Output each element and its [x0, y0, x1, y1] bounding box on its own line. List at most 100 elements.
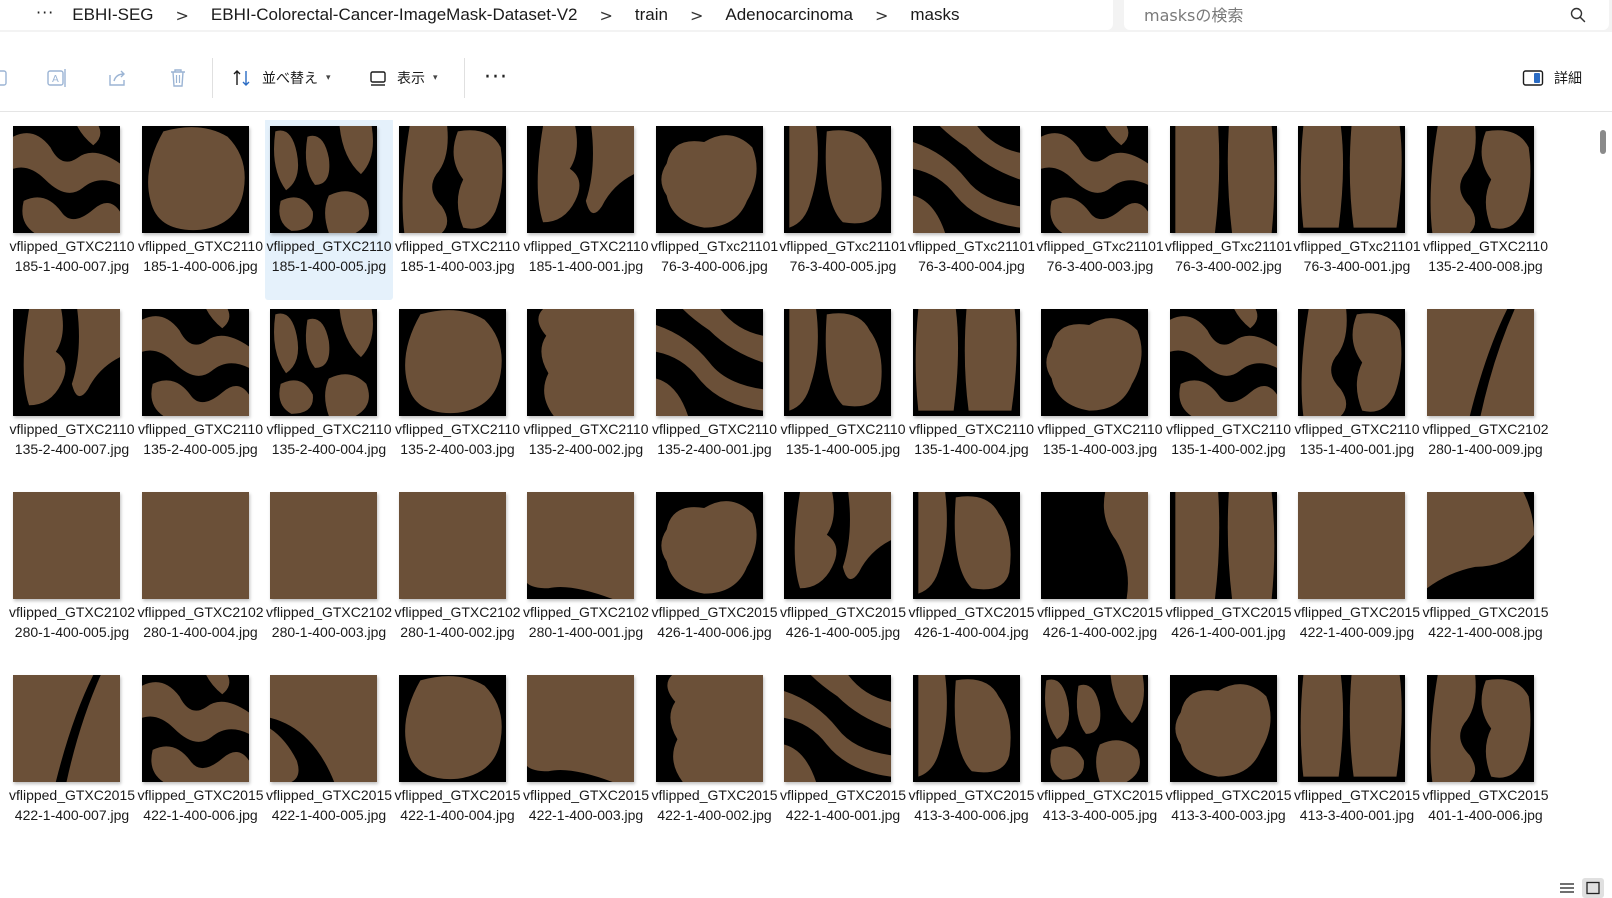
breadcrumb-more-button[interactable]: ···: [0, 3, 72, 28]
file-item[interactable]: vflipped_GTXC2102280-1-400-004.jpg: [137, 484, 265, 666]
rename-icon[interactable]: A: [46, 66, 70, 90]
file-thumbnail: [1169, 675, 1277, 782]
file-thumbnail: [13, 126, 120, 233]
file-thumbnail: [527, 492, 634, 599]
file-item[interactable]: vflipped_GTxc2110176-3-400-001.jpg: [1293, 120, 1421, 300]
share-icon[interactable]: [106, 66, 130, 90]
search-icon[interactable]: [1569, 6, 1587, 24]
search-input[interactable]: [1144, 5, 1564, 25]
file-item[interactable]: vflipped_GTXC2110135-2-400-005.jpg: [137, 301, 265, 483]
file-item[interactable]: vflipped_GTXC2015426-1-400-004.jpg: [908, 484, 1036, 666]
file-item[interactable]: vflipped_GTXC2015426-1-400-001.jpg: [1165, 484, 1293, 666]
file-item[interactable]: vflipped_GTXC2110135-2-400-002.jpg: [522, 301, 650, 483]
breadcrumb-item-dataset[interactable]: EBHI-Colorectal-Cancer-ImageMask-Dataset…: [211, 5, 578, 25]
chevron-right-icon[interactable]: >: [853, 6, 910, 25]
more-options-button[interactable]: ···: [484, 67, 508, 89]
sort-button[interactable]: 並べ替え ▾: [232, 64, 331, 92]
file-name: vflipped_GTXC2110135-2-400-005.jpg: [137, 421, 264, 457]
file-item[interactable]: vflipped_GTXC2110135-1-400-004.jpg: [908, 301, 1036, 483]
file-name: vflipped_GTXC2110185-1-400-007.jpg: [9, 238, 135, 274]
file-item[interactable]: vflipped_GTXC2110135-2-400-007.jpg: [8, 301, 136, 483]
file-name: vflipped_GTXC2015422-1-400-009.jpg: [1293, 604, 1421, 640]
trash-icon[interactable]: [166, 66, 190, 90]
file-item[interactable]: vflipped_GTXC2015422-1-400-004.jpg: [394, 667, 522, 849]
search-box[interactable]: [1124, 0, 1609, 30]
file-item[interactable]: vflipped_GTXC2110135-2-400-008.jpg: [1422, 120, 1550, 300]
details-view-toggle[interactable]: [1556, 878, 1578, 898]
file-thumbnail: [912, 492, 1020, 599]
file-item[interactable]: vflipped_GTXC2015401-1-400-006.jpg: [1422, 667, 1550, 849]
file-item[interactable]: vflipped_GTxc2110176-3-400-003.jpg: [1036, 120, 1164, 300]
copy-icon[interactable]: [0, 66, 14, 90]
address-bar: ··· EBHI-SEG > EBHI-Colorectal-Cancer-Im…: [0, 0, 1612, 32]
file-item[interactable]: vflipped_GTXC2015422-1-400-009.jpg: [1293, 484, 1421, 666]
file-item[interactable]: vflipped_GTxc2110176-3-400-002.jpg: [1165, 120, 1293, 300]
file-name: vflipped_GTXC2110135-2-400-004.jpg: [266, 421, 392, 457]
file-name: vflipped_GTxc2110176-3-400-003.jpg: [1036, 238, 1164, 274]
file-item[interactable]: vflipped_GTXC2110135-2-400-004.jpg: [265, 301, 393, 483]
file-name: vflipped_GTXC2102280-1-400-003.jpg: [265, 604, 393, 640]
file-item[interactable]: vflipped_GTXC2102280-1-400-002.jpg: [394, 484, 522, 666]
chevron-right-icon[interactable]: >: [577, 6, 634, 25]
file-name: vflipped_GTXC2015401-1-400-006.jpg: [1422, 787, 1549, 823]
file-thumbnail: [13, 309, 120, 416]
file-item[interactable]: vflipped_GTXC2015413-3-400-006.jpg: [908, 667, 1036, 849]
file-item[interactable]: vflipped_GTXC2015413-3-400-001.jpg: [1293, 667, 1421, 849]
sort-label: 並べ替え: [262, 71, 318, 87]
breadcrumb-item-ebhi-seg[interactable]: EBHI-SEG: [72, 5, 153, 25]
file-item[interactable]: vflipped_GTXC2110185-1-400-001.jpg: [522, 120, 650, 300]
file-item[interactable]: vflipped_GTXC2110185-1-400-005.jpg: [265, 120, 393, 300]
file-item[interactable]: vflipped_GTXC2015426-1-400-005.jpg: [779, 484, 907, 666]
file-item[interactable]: vflipped_GTXC2110135-2-400-001.jpg: [651, 301, 779, 483]
thumbnail-view-toggle[interactable]: [1582, 878, 1604, 898]
file-item[interactable]: vflipped_GTXC2110185-1-400-007.jpg: [8, 120, 136, 300]
breadcrumb-item-adenocarcinoma[interactable]: Adenocarcinoma: [725, 5, 853, 25]
file-item[interactable]: vflipped_GTXC2110135-1-400-003.jpg: [1036, 301, 1164, 483]
file-item[interactable]: vflipped_GTXC2110135-2-400-003.jpg: [394, 301, 522, 483]
breadcrumb-item-masks[interactable]: masks: [910, 5, 959, 25]
file-item[interactable]: vflipped_GTXC2015422-1-400-003.jpg: [522, 667, 650, 849]
view-toggle-group: [1556, 878, 1604, 898]
file-thumbnail: [1298, 126, 1405, 233]
file-item[interactable]: vflipped_GTXC2110135-1-400-002.jpg: [1165, 301, 1293, 483]
file-item[interactable]: vflipped_GTXC2015422-1-400-001.jpg: [779, 667, 907, 849]
breadcrumb-item-train[interactable]: train: [635, 5, 668, 25]
file-item[interactable]: vflipped_GTXC2015426-1-400-006.jpg: [651, 484, 779, 666]
toolbar-divider: [212, 58, 213, 98]
file-item[interactable]: vflipped_GTXC2102280-1-400-005.jpg: [8, 484, 136, 666]
file-item[interactable]: vflipped_GTXC2015413-3-400-005.jpg: [1036, 667, 1164, 849]
file-name: vflipped_GTXC2102280-1-400-004.jpg: [137, 604, 264, 640]
file-item[interactable]: vflipped_GTXC2015422-1-400-002.jpg: [651, 667, 779, 849]
chevron-right-icon[interactable]: >: [668, 6, 725, 25]
file-thumbnail: [784, 126, 891, 233]
file-thumbnail: [912, 309, 1020, 416]
vertical-scrollbar[interactable]: [1600, 130, 1606, 154]
file-name: vflipped_GTXC2015422-1-400-001.jpg: [779, 787, 907, 823]
file-item[interactable]: vflipped_GTXC2015422-1-400-006.jpg: [137, 667, 265, 849]
file-grid[interactable]: vflipped_GTXC2110185-1-400-007.jpg vflipp…: [8, 120, 1588, 880]
file-item[interactable]: vflipped_GTxc2110176-3-400-004.jpg: [908, 120, 1036, 300]
file-thumbnail: [655, 309, 763, 416]
file-item[interactable]: vflipped_GTXC2015426-1-400-002.jpg: [1036, 484, 1164, 666]
chevron-right-icon[interactable]: >: [154, 6, 211, 25]
file-item[interactable]: vflipped_GTXC2110135-1-400-001.jpg: [1293, 301, 1421, 483]
file-name: vflipped_GTxc2110176-3-400-004.jpg: [907, 238, 1036, 274]
file-item[interactable]: vflipped_GTXC2110135-1-400-005.jpg: [779, 301, 907, 483]
file-name: vflipped_GTXC2110135-1-400-004.jpg: [908, 421, 1035, 457]
file-item[interactable]: vflipped_GTXC2102280-1-400-001.jpg: [522, 484, 650, 666]
file-item[interactable]: vflipped_GTXC2015422-1-400-005.jpg: [265, 667, 393, 849]
file-item[interactable]: vflipped_GTXC2102280-1-400-009.jpg: [1422, 301, 1550, 483]
file-item[interactable]: vflipped_GTXC2102280-1-400-003.jpg: [265, 484, 393, 666]
file-item[interactable]: vflipped_GTXC2015422-1-400-007.jpg: [8, 667, 136, 849]
file-thumbnail: [655, 492, 763, 599]
view-button[interactable]: 表示 ▾: [369, 64, 438, 92]
file-item[interactable]: vflipped_GTxc2110176-3-400-006.jpg: [651, 120, 779, 300]
file-item[interactable]: vflipped_GTxc2110176-3-400-005.jpg: [779, 120, 907, 300]
file-item[interactable]: vflipped_GTXC2015422-1-400-008.jpg: [1422, 484, 1550, 666]
details-button[interactable]: 詳細: [1522, 64, 1582, 92]
file-thumbnail: [527, 675, 634, 782]
file-item[interactable]: vflipped_GTXC2110185-1-400-006.jpg: [137, 120, 265, 300]
file-item[interactable]: vflipped_GTXC2015413-3-400-003.jpg: [1165, 667, 1293, 849]
file-item[interactable]: vflipped_GTXC2110185-1-400-003.jpg: [394, 120, 522, 300]
view-icon: [370, 71, 386, 86]
